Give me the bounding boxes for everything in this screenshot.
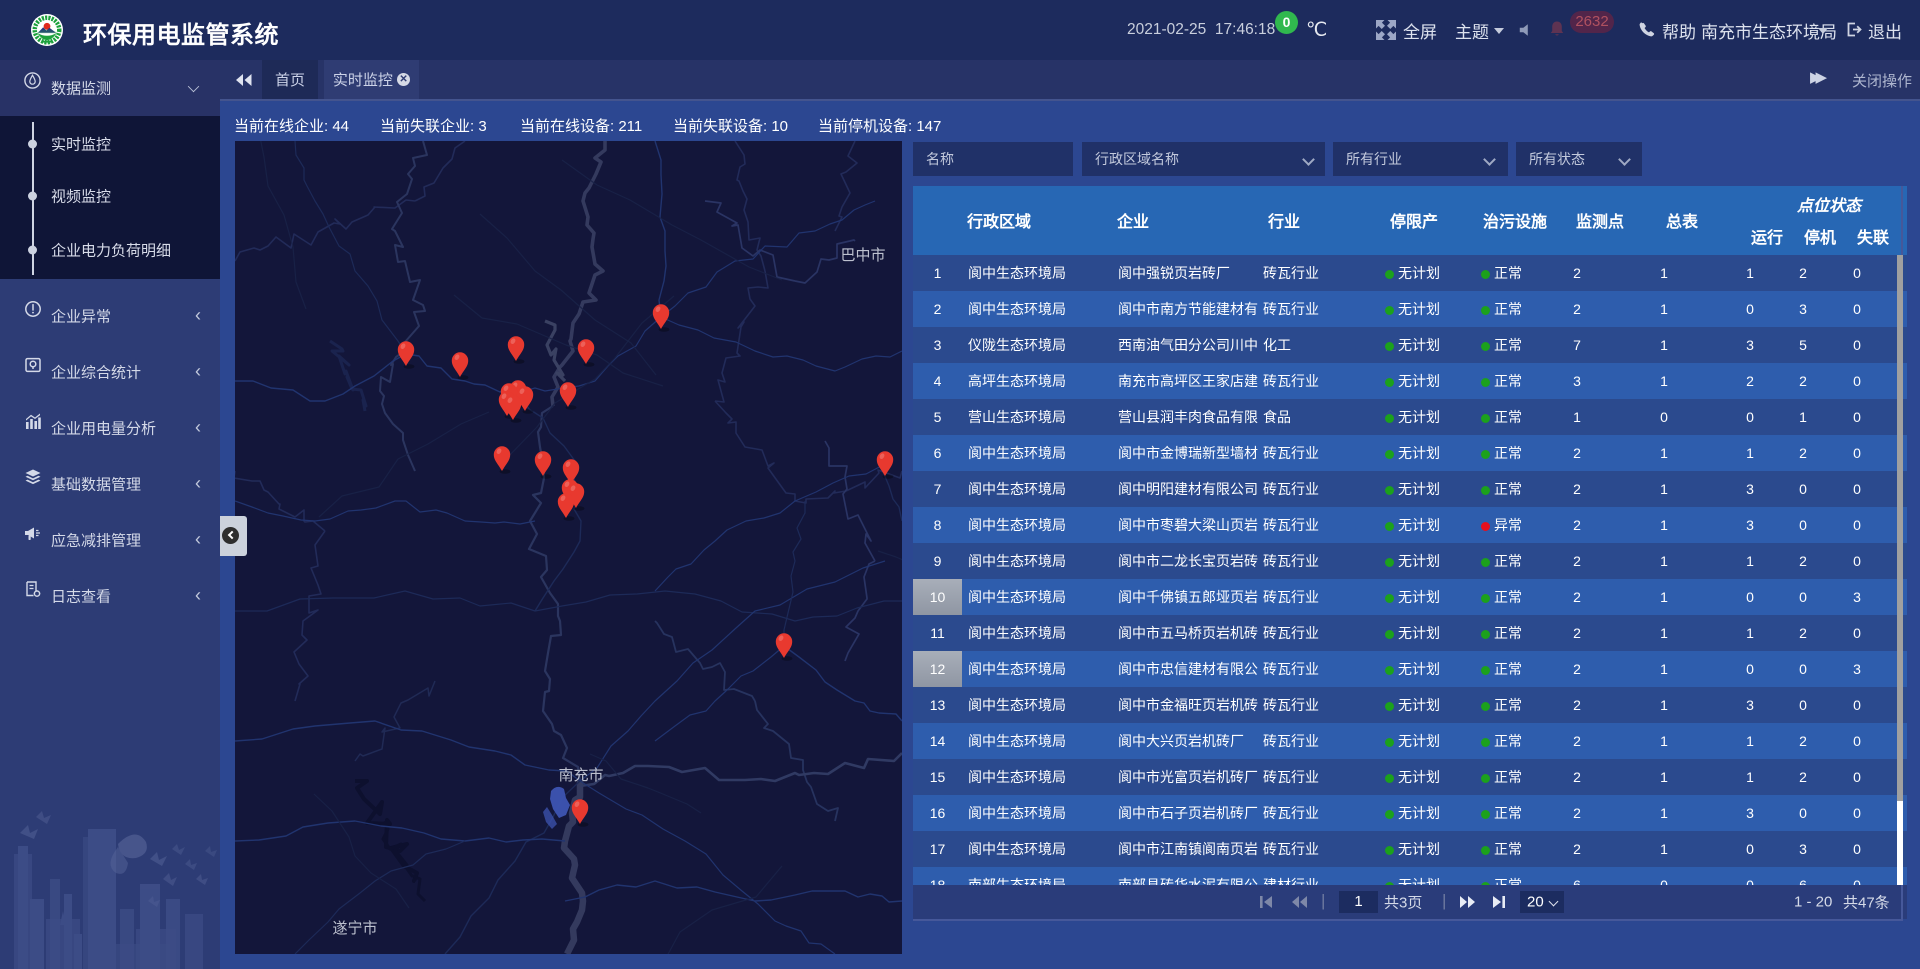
svg-text:遂宁市: 遂宁市 (332, 920, 377, 937)
svg-text:南充市: 南充市 (558, 767, 603, 784)
svg-text:巴中市: 巴中市 (840, 247, 885, 264)
